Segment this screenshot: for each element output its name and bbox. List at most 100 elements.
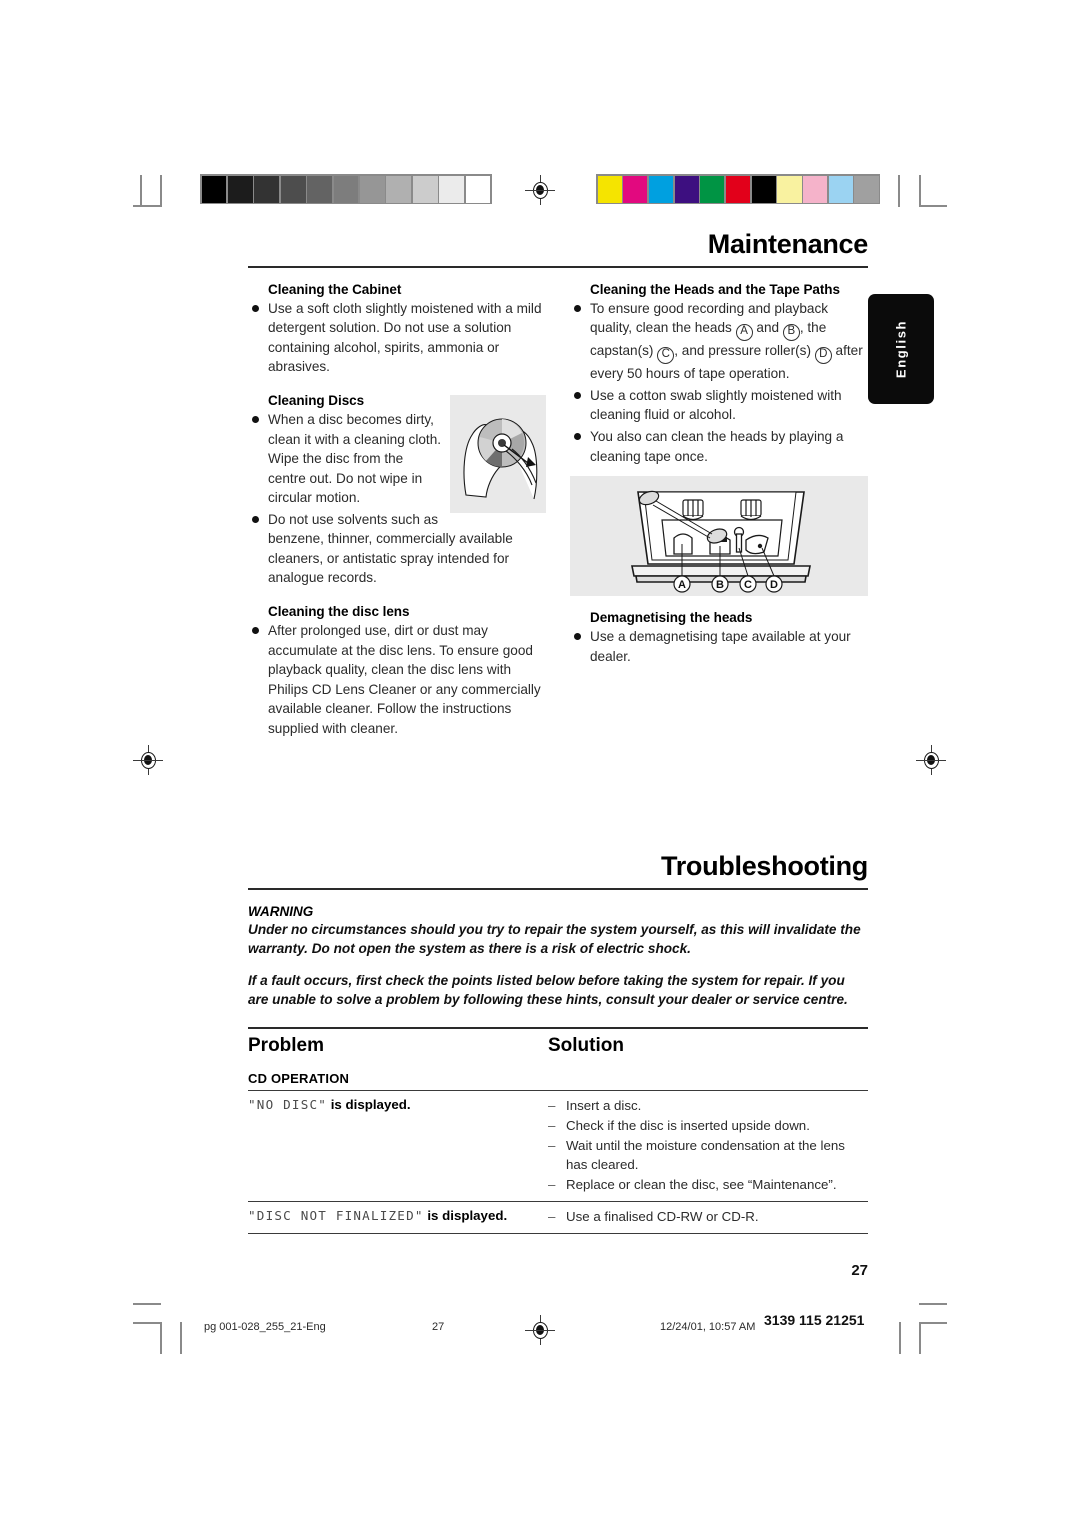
color-swatch-0 [597, 175, 622, 203]
color-calibration-bar [596, 174, 880, 204]
heading-cleaning-the-disc-lens: Cleaning the disc lens [268, 604, 410, 619]
maintenance-left-column: Cleaning the Cabinet Use a soft cloth sl… [248, 282, 546, 741]
crop-mark-bottom-right-corner-h [919, 1322, 947, 1324]
solution-item: Wait until the moisture condensation at … [548, 1136, 868, 1174]
crop-mark-bottom-right-vertical [899, 1322, 901, 1354]
svg-text:C: C [744, 579, 752, 591]
color-swatch-6 [751, 175, 776, 203]
color-swatch-10 [854, 175, 879, 203]
color-swatch-8 [803, 175, 828, 203]
heading-demagnetising-the-heads: Demagnetising the heads [590, 610, 753, 626]
warning-text: Under no circumstances should you try to… [248, 922, 861, 957]
label-b-icon: B [782, 324, 800, 342]
heading-cleaning-the-heads-and-tape-paths: Cleaning the Heads and the Tape Paths [590, 281, 840, 297]
grayscale-swatch-10 [465, 175, 491, 203]
page-content: Maintenance Cleaning the Cabinet Use a s… [248, 229, 869, 1235]
svg-text:B: B [716, 579, 724, 591]
list-item: Use a soft cloth slightly moistened with… [248, 299, 546, 377]
color-swatch-7 [777, 175, 802, 203]
list-item: Use a cotton swab slightly moistened wit… [570, 386, 868, 425]
crop-mark-bottom-left-vertical [180, 1322, 182, 1354]
crop-mark-top-right-corner-h [919, 205, 947, 207]
problem-display-text: "DISC NOT FINALIZED" [248, 1208, 424, 1224]
crop-mark-bottom-left-corner-v [160, 1322, 162, 1354]
language-tab-label: English [893, 319, 909, 379]
problem-display-text: "NO DISC" [248, 1097, 328, 1113]
problem-suffix-text: is displayed. [327, 1097, 411, 1113]
list-item: You also can clean the heads by playing … [570, 427, 868, 466]
solution-item: Use a finalised CD-RW or CD-R. [548, 1207, 868, 1226]
grayscale-swatch-5 [333, 175, 359, 203]
grayscale-calibration-bar [200, 174, 492, 204]
group-heading-cd-operation: CD OPERATION [248, 1071, 350, 1087]
maintenance-title: Maintenance [707, 229, 869, 259]
list-demagnetising-the-heads: Use a demagnetising tape available at yo… [570, 627, 868, 666]
list-cleaning-the-cabinet: Use a soft cloth slightly moistened with… [248, 299, 546, 377]
maintenance-columns: Cleaning the Cabinet Use a soft cloth sl… [248, 282, 868, 741]
troubleshooting-title-rule [248, 888, 868, 891]
maintenance-title-rule [248, 265, 868, 268]
problem-solution-header: Problem Solution [248, 1027, 868, 1057]
heading-cleaning-the-cabinet: Cleaning the Cabinet [268, 281, 402, 297]
grayscale-swatch-3 [280, 175, 306, 203]
svg-text:A: A [678, 579, 686, 591]
crop-mark-top-left-vertical [140, 175, 142, 207]
grayscale-swatch-2 [254, 175, 280, 203]
color-swatch-9 [828, 175, 853, 203]
crop-mark-top-left-corner-v [160, 175, 162, 207]
grayscale-swatch-0 [201, 175, 227, 203]
table-row: "DISC NOT FINALIZED" is displayed. Use a… [248, 1201, 868, 1235]
grayscale-swatch-9 [439, 175, 465, 203]
footer-file-name: pg 001-028_255_21-Eng [204, 1321, 326, 1333]
crop-mark-bottom-left-horizontal [133, 1303, 161, 1305]
registration-target-right-middle [916, 745, 946, 775]
solution-item: Check if the disc is inserted upside dow… [548, 1116, 868, 1135]
list-cleaning-the-disc-lens: After prolonged use, dirt or dust may ac… [248, 621, 546, 738]
list-cleaning-the-heads: To ensure good recording and playback qu… [570, 299, 868, 466]
troubleshooting-title: Troubleshooting [661, 851, 868, 882]
language-tab-english: English [868, 294, 934, 404]
maintenance-right-column: Cleaning the Heads and the Tape Paths To… [570, 282, 868, 741]
registration-target-bottom [525, 1315, 555, 1345]
heads-text-part-4: , and pressure roller(s) [674, 343, 815, 359]
footer-document-code: 3139 115 21251 [764, 1312, 865, 1328]
column-header-problem: Problem [248, 1035, 325, 1057]
footer-timestamp: 12/24/01, 10:57 AM [660, 1321, 756, 1333]
list-item-heads-detail: To ensure good recording and playback qu… [570, 299, 868, 384]
grayscale-swatch-1 [227, 175, 253, 203]
color-swatch-1 [623, 175, 648, 203]
solution-item: Replace or clean the disc, see “Maintena… [548, 1175, 868, 1194]
tape-deck-head-diagram: A B C D [570, 476, 868, 597]
troubleshooting-intro-text: If a fault occurs, first check the point… [248, 972, 848, 1007]
label-a-icon: A [735, 324, 753, 342]
label-d-icon: D [814, 347, 832, 365]
grayscale-swatch-4 [307, 175, 333, 203]
warning-label: WARNING [248, 904, 314, 920]
list-item: When a disc becomes dirty, clean it with… [248, 410, 546, 508]
grayscale-swatch-7 [386, 175, 412, 203]
label-c-icon: C [657, 347, 675, 365]
crop-mark-bottom-left-corner-h [133, 1322, 161, 1324]
color-swatch-4 [700, 175, 725, 203]
color-swatch-5 [725, 175, 751, 203]
grayscale-swatch-8 [412, 175, 438, 203]
column-header-solution: Solution [548, 1035, 624, 1057]
page-number: 27 [851, 1262, 868, 1279]
footer-page-number: 27 [432, 1321, 445, 1333]
registration-target-left-middle [133, 745, 163, 775]
solution-item: Insert a disc. [548, 1096, 868, 1115]
heads-text-part-2: and [752, 320, 783, 336]
table-row: "NO DISC" is displayed. Insert a disc. C… [248, 1090, 868, 1201]
registration-target-top [525, 175, 555, 205]
list-item: Use a demagnetising tape available at yo… [570, 627, 868, 666]
color-swatch-3 [674, 175, 699, 203]
crop-mark-bottom-right-corner-v [919, 1322, 921, 1354]
list-cleaning-discs: When a disc becomes dirty, clean it with… [248, 410, 546, 588]
svg-text:D: D [770, 579, 778, 591]
list-item: Do not use solvents such as benzene, thi… [248, 510, 546, 588]
crop-mark-bottom-right-horizontal [919, 1303, 947, 1305]
color-swatch-2 [648, 175, 674, 203]
grayscale-swatch-6 [359, 175, 385, 203]
crop-mark-top-left-corner-h [133, 205, 161, 207]
problem-suffix-text: is displayed. [423, 1208, 508, 1224]
